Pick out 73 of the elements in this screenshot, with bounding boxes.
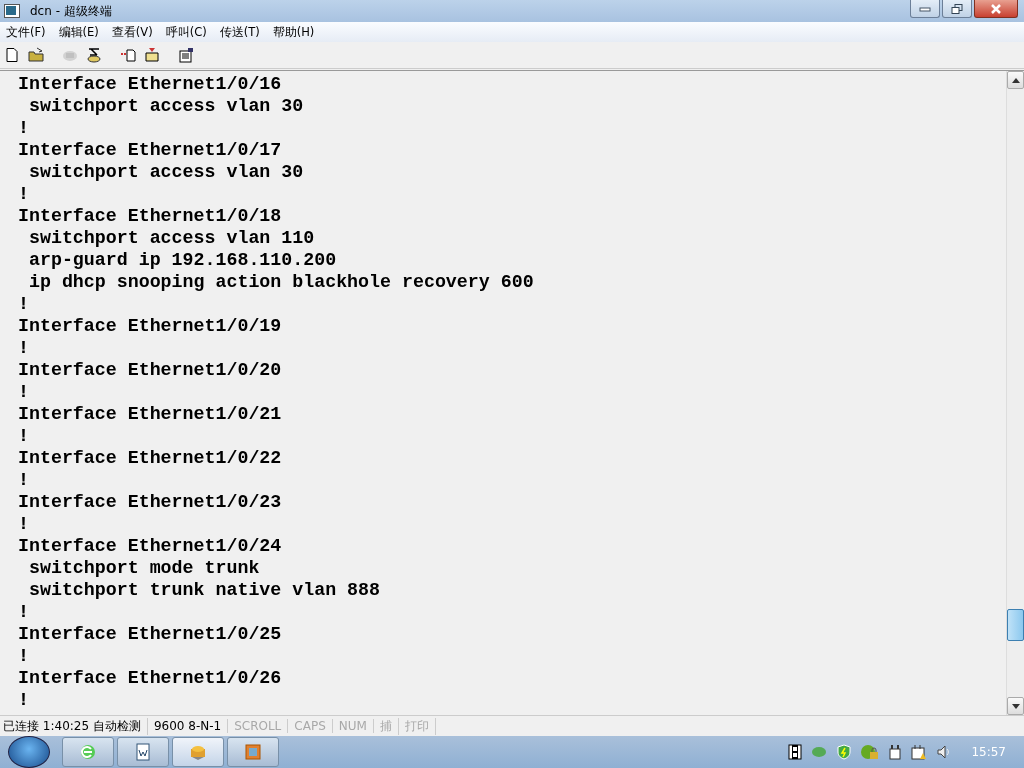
- plug-icon[interactable]: [888, 744, 903, 760]
- terminal-line: switchport access vlan 30: [27, 95, 305, 117]
- status-indicator: SCROLL: [231, 719, 289, 733]
- terminal-line: !: [18, 183, 30, 205]
- network-icon[interactable]: [911, 744, 928, 760]
- terminal-line: ip dhcp snooping action blackhole recovery 600: [27, 271, 535, 293]
- terminal-line: Interface Ethernet1/0/25: [18, 623, 283, 645]
- menu-item[interactable]: 呼叫(C): [165, 24, 207, 40]
- terminal-line: Interface Ethernet1/0/18: [18, 205, 283, 227]
- page-icon[interactable]: [4, 47, 20, 63]
- window-title: dcn - 超级终端: [30, 2, 113, 20]
- status-indicator: 捕: [376, 717, 399, 735]
- terminal-line: Interface Ethernet1/0/17: [18, 139, 283, 161]
- taskbar-button[interactable]: [62, 737, 114, 767]
- terminal-line: !: [18, 601, 30, 623]
- menu-item[interactable]: 传送(T): [219, 24, 260, 40]
- terminal-line: !: [18, 645, 30, 667]
- film-icon[interactable]: [788, 744, 803, 760]
- terminal-line: Interface Ethernet1/0/23: [18, 491, 283, 513]
- status-indicator: NUM: [335, 719, 374, 733]
- terminal-line: switchport trunk native vlan 888: [27, 579, 382, 601]
- terminal-line: Interface Ethernet1/0/24: [18, 535, 283, 557]
- terminal-line: Interface Ethernet1/0/21: [18, 403, 283, 425]
- menu-item[interactable]: 文件(F): [6, 24, 46, 40]
- terminal-line: !: [18, 117, 30, 139]
- status-indicator: 已连接 1:40:25 自动检测: [0, 717, 148, 735]
- restore-icon: [951, 3, 963, 14]
- terminal-line: Interface Ethernet1/0/16: [18, 73, 283, 95]
- send-file-icon[interactable]: [120, 47, 136, 63]
- terminal-line: switchport access vlan 30: [27, 161, 305, 183]
- close-button[interactable]: [974, 0, 1018, 18]
- menu-item[interactable]: 查看(V): [111, 24, 153, 40]
- terminal-line: switchport mode trunk: [27, 557, 261, 579]
- close-icon: [990, 3, 1002, 14]
- status-indicator: 9600 8-N-1: [150, 719, 229, 733]
- status-indicator: CAPS: [291, 719, 333, 733]
- down-arrow-icon: [1011, 703, 1020, 709]
- properties-icon[interactable]: [178, 47, 194, 63]
- taskbar-button[interactable]: [172, 737, 224, 767]
- menu-item[interactable]: 编辑(E): [58, 24, 99, 40]
- up-arrow-icon: [1011, 77, 1020, 83]
- terminal-icon: [189, 743, 207, 761]
- terminal-line: arp-guard ip 192.168.110.200: [27, 249, 338, 271]
- scroll-down-button[interactable]: [1007, 697, 1024, 715]
- start-button[interactable]: [8, 736, 50, 768]
- restore-button[interactable]: [942, 0, 972, 18]
- browser-icon: [79, 743, 97, 761]
- terminal-icon: [4, 4, 20, 18]
- scroll-thumb[interactable]: [1007, 609, 1024, 641]
- terminal-line: !: [18, 293, 30, 315]
- terminal-line: switchport access vlan 110: [27, 227, 316, 249]
- folder-icon[interactable]: [28, 47, 44, 63]
- terminal-line: Interface Ethernet1/0/19: [18, 315, 283, 337]
- menu-item[interactable]: 帮助(H): [272, 24, 315, 40]
- minimize-icon: [919, 5, 931, 12]
- document-icon: [134, 743, 152, 761]
- terminal-line: !: [18, 513, 30, 535]
- terminal-line: !: [18, 381, 30, 403]
- terminal-line: !: [18, 337, 30, 359]
- terminal-line: !: [18, 425, 30, 447]
- status-indicator: 打印: [401, 717, 436, 735]
- taskbar-button[interactable]: [117, 737, 169, 767]
- terminal-line: !: [18, 469, 30, 491]
- terminal-line: Interface Ethernet1/0/22: [18, 447, 283, 469]
- shield-icon[interactable]: [836, 744, 853, 760]
- scrollbar[interactable]: [1006, 71, 1024, 715]
- window-icon: [244, 743, 262, 761]
- terminal-line: Interface Ethernet1/0/20: [18, 359, 283, 381]
- taskbar-button[interactable]: [227, 737, 279, 767]
- receive-file-icon[interactable]: [144, 47, 160, 63]
- terminal-line: Interface Ethernet1/0/26: [18, 667, 283, 689]
- terminal-line: !: [18, 689, 30, 711]
- scroll-up-button[interactable]: [1007, 71, 1024, 89]
